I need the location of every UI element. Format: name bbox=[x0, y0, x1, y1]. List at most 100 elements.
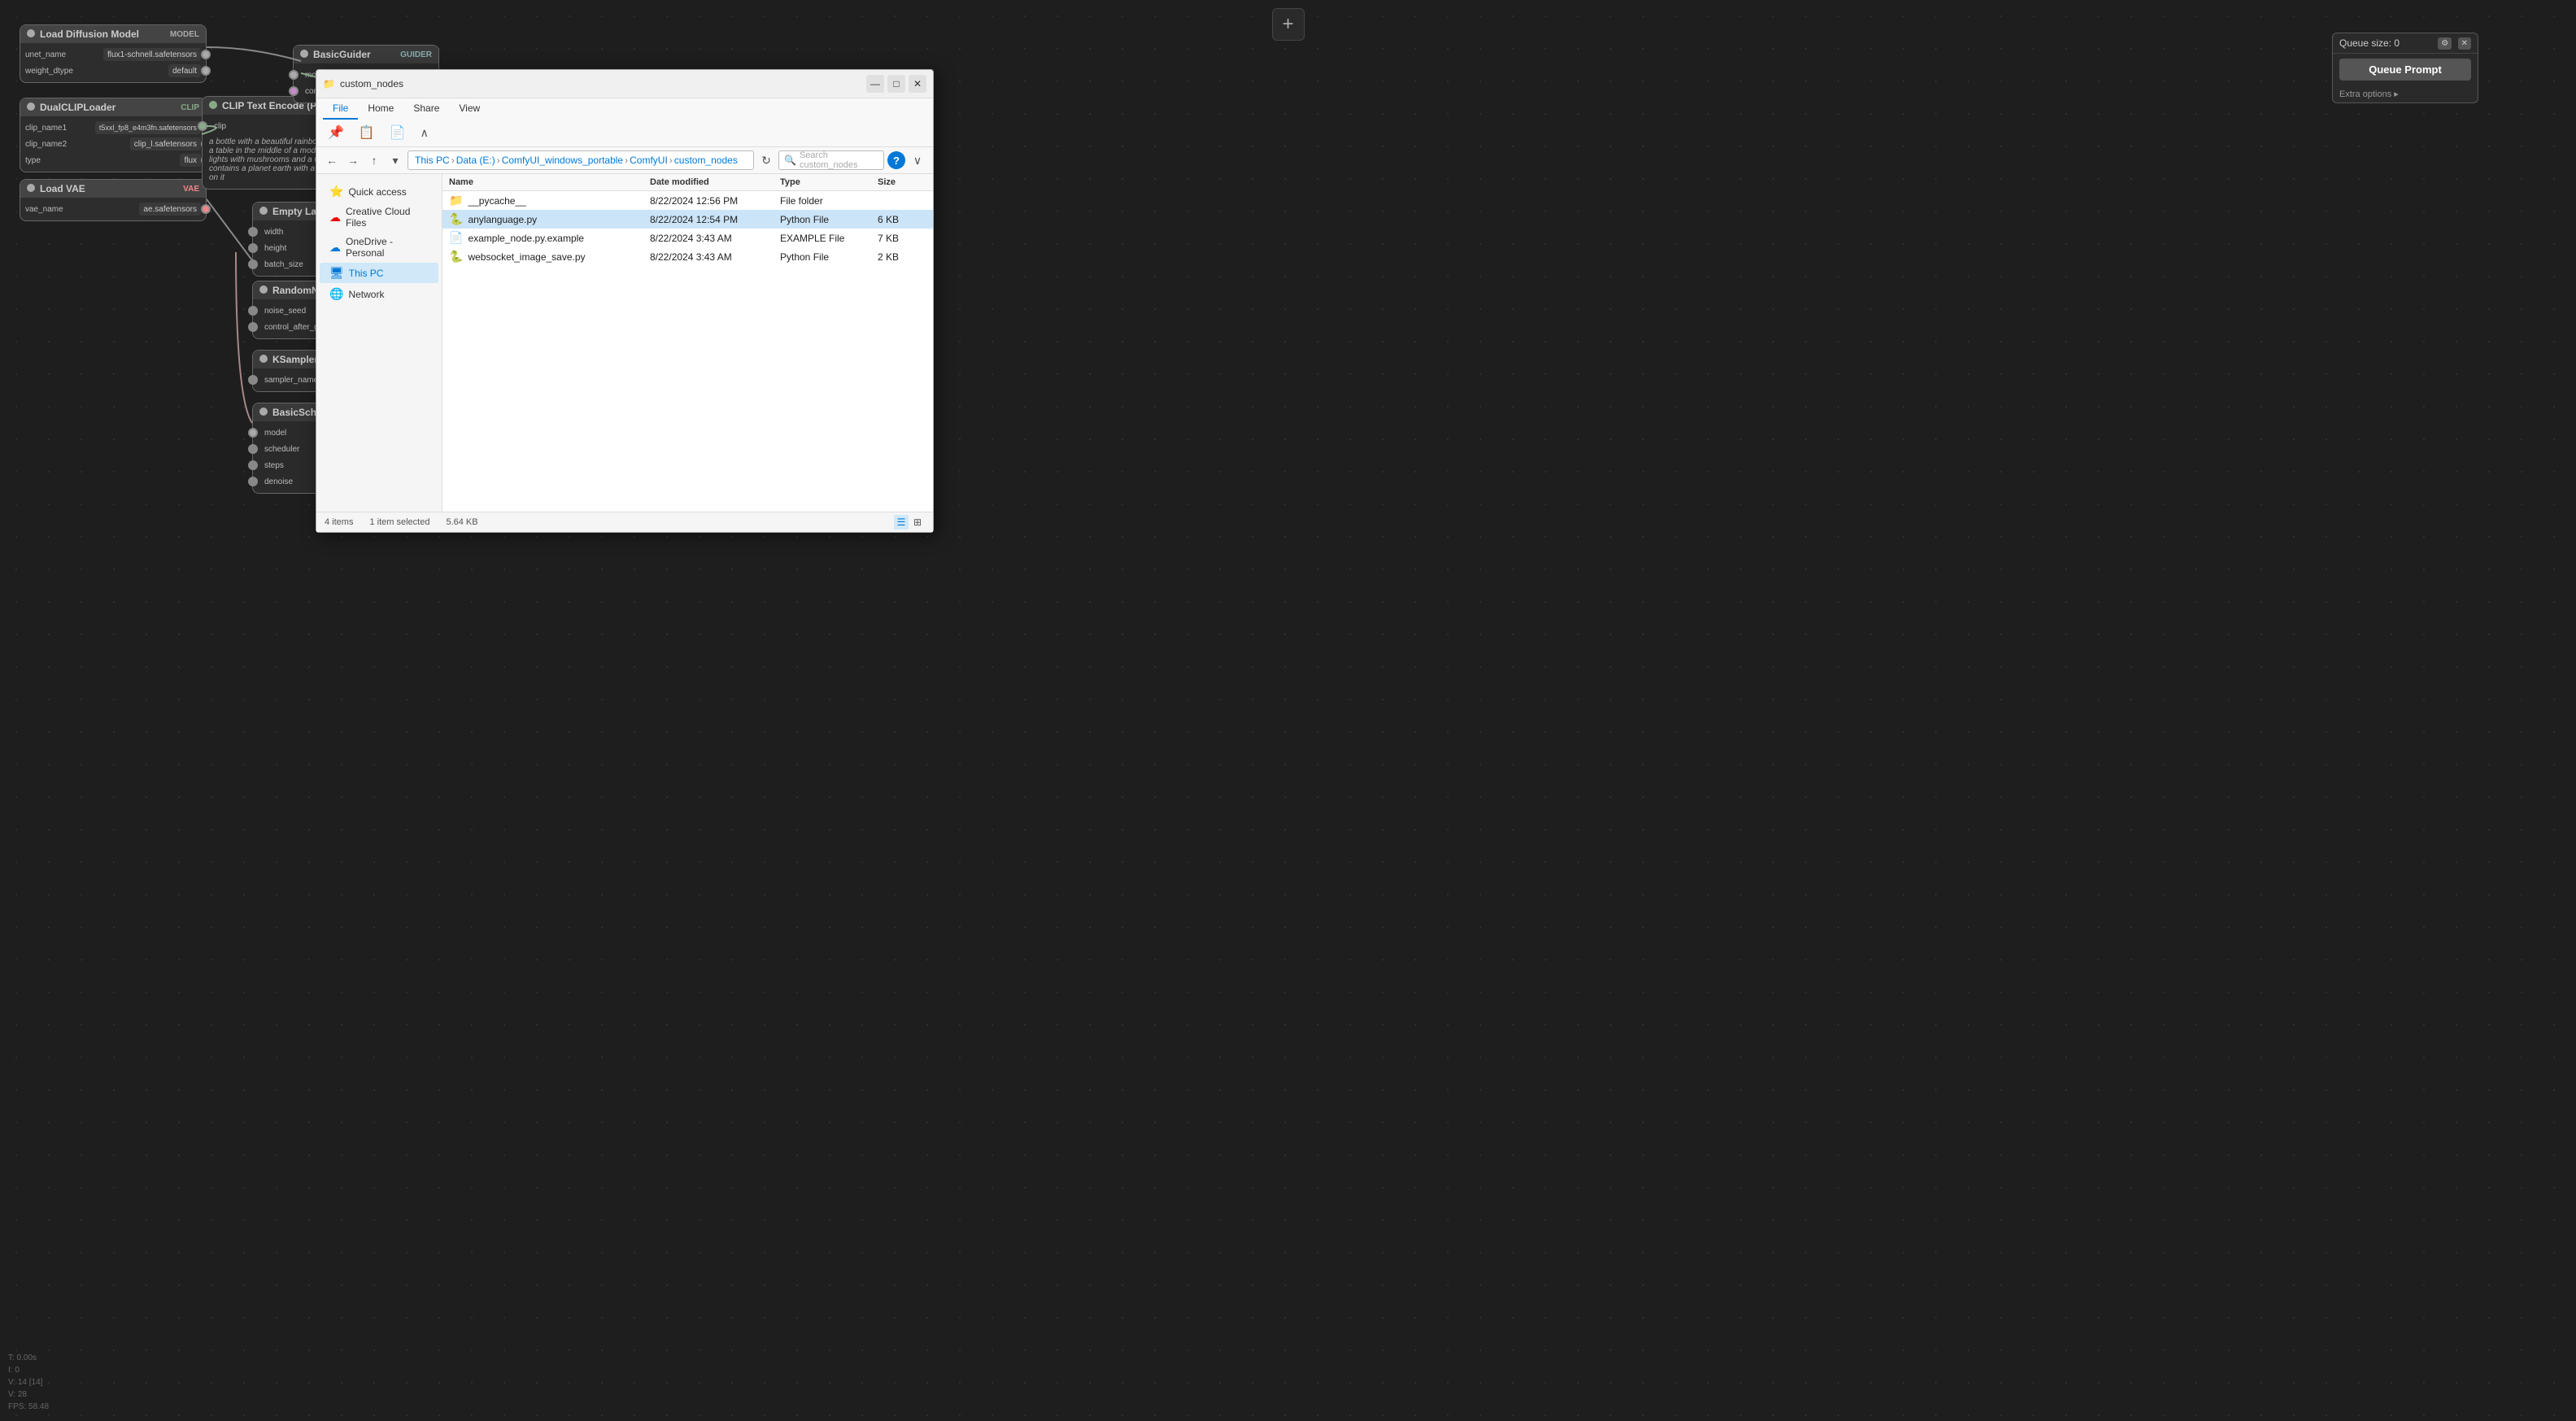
file-name-anylanguage: 🐍 anylanguage.py bbox=[449, 212, 650, 226]
ribbon: File Home Share View 📌 📋 📄 ∧ bbox=[316, 98, 933, 147]
file-size-example-node: 7 KB bbox=[878, 233, 926, 244]
network-icon: 🌐 bbox=[329, 287, 343, 301]
node-dual-clip: DualCLIPLoader CLIP clip_name1 t5xxl_fp8… bbox=[20, 98, 207, 172]
add-node-button[interactable]: + bbox=[1272, 8, 1305, 41]
node-load-vae: Load VAE VAE vae_name ae.safetensors bbox=[20, 179, 207, 221]
nav-up-button[interactable]: ↑ bbox=[365, 151, 383, 169]
tab-view[interactable]: View bbox=[449, 98, 490, 120]
queue-close-button[interactable]: ✕ bbox=[2458, 37, 2471, 50]
file-date-websocket: 8/22/2024 3:43 AM bbox=[650, 251, 780, 263]
ribbon-copy-button[interactable]: 📋 bbox=[354, 123, 380, 143]
search-box[interactable]: 🔍 Search custom_nodes bbox=[778, 150, 884, 170]
file-type-anylanguage: Python File bbox=[780, 214, 878, 225]
python-icon-anylanguage: 🐍 bbox=[449, 212, 463, 226]
stats-v: V: 14 [14] bbox=[8, 1376, 49, 1388]
file-explorer-titlebar: 📁 custom_nodes — □ ✕ bbox=[316, 70, 933, 98]
close-button[interactable]: ✕ bbox=[909, 75, 926, 93]
nav-refresh-button[interactable]: ↻ bbox=[757, 151, 775, 169]
stats-panel: T: 0.00s I: 0 V: 14 [14] V: 28 FPS: 58.4… bbox=[8, 1352, 49, 1413]
queue-prompt-button[interactable]: Queue Prompt bbox=[2339, 59, 2471, 81]
ribbon-content: 📌 📋 📄 ∧ bbox=[316, 120, 933, 146]
view-details-button[interactable]: ☰ bbox=[894, 515, 909, 530]
queue-panel: Queue size: 0 ⚙ ✕ Queue Prompt Extra opt… bbox=[2332, 33, 2478, 103]
ribbon-paste-button[interactable]: 📄 bbox=[385, 123, 411, 143]
status-size: 5.64 KB bbox=[446, 517, 477, 527]
address-expand-button[interactable]: ∨ bbox=[909, 151, 926, 169]
address-data[interactable]: Data (E:) bbox=[456, 155, 495, 166]
tab-file[interactable]: File bbox=[323, 98, 358, 120]
file-row-pycache[interactable]: 📁 __pycache__ 8/22/2024 12:56 PM File fo… bbox=[442, 191, 933, 210]
nav-forward-button[interactable]: → bbox=[344, 151, 362, 169]
file-label-pycache: __pycache__ bbox=[468, 195, 525, 207]
file-name-pycache: 📁 __pycache__ bbox=[449, 194, 650, 207]
queue-header: Queue size: 0 ⚙ ✕ bbox=[2333, 33, 2478, 54]
address-thispc[interactable]: This PC bbox=[415, 155, 450, 166]
minimize-button[interactable]: — bbox=[866, 75, 884, 93]
folder-icon-pycache: 📁 bbox=[449, 194, 463, 207]
clip-type-row: type flux bbox=[20, 152, 206, 168]
maximize-button[interactable]: □ bbox=[887, 75, 905, 93]
python-icon-websocket: 🐍 bbox=[449, 250, 463, 264]
file-date-example-node: 8/22/2024 3:43 AM bbox=[650, 233, 780, 244]
status-selected: 1 item selected bbox=[369, 517, 429, 527]
ribbon-expand-button[interactable]: ∧ bbox=[416, 124, 434, 142]
nav-recent-button[interactable]: ▾ bbox=[386, 151, 404, 169]
file-date-anylanguage: 8/22/2024 12:54 PM bbox=[650, 214, 780, 225]
col-type: Type bbox=[780, 177, 878, 187]
file-row-websocket[interactable]: 🐍 websocket_image_save.py 8/22/2024 3:43… bbox=[442, 247, 933, 266]
file-row-example-node[interactable]: 📄 example_node.py.example 8/22/2024 3:43… bbox=[442, 229, 933, 247]
clip-name1-row: clip_name1 t5xxl_fp8_e4m3fn.safetensors bbox=[20, 120, 206, 136]
titlebar-buttons: — □ ✕ bbox=[866, 75, 926, 93]
sidebar-item-creative-cloud[interactable]: ☁ Creative Cloud Files bbox=[320, 203, 438, 232]
file-list-header: Name Date modified Type Size bbox=[442, 174, 933, 191]
queue-settings-button[interactable]: ⚙ bbox=[2438, 37, 2452, 50]
sidebar-item-this-pc[interactable]: 🖥 This PC bbox=[320, 263, 438, 283]
tab-home[interactable]: Home bbox=[358, 98, 403, 120]
address-comfyui[interactable]: ComfyUI bbox=[630, 155, 668, 166]
tab-share[interactable]: Share bbox=[403, 98, 449, 120]
status-count: 4 items bbox=[325, 517, 353, 527]
node-unet-row: unet_name flux1-schnell.safetensors bbox=[20, 46, 206, 63]
file-name-example-node: 📄 example_node.py.example bbox=[449, 231, 650, 245]
file-explorer-window: 📁 custom_nodes — □ ✕ File Home Share Vie… bbox=[316, 69, 934, 533]
onedrive-icon: ☁ bbox=[329, 241, 341, 255]
address-bar: ← → ↑ ▾ This PC › Data (E:) › ComfyUI_wi… bbox=[316, 147, 933, 174]
sidebar-item-onedrive[interactable]: ☁ OneDrive - Personal bbox=[320, 233, 438, 262]
file-label-example-node: example_node.py.example bbox=[468, 233, 584, 244]
this-pc-icon: 🖥 bbox=[329, 266, 344, 280]
file-explorer-body: ⭐ Quick access ☁ Creative Cloud Files ☁ … bbox=[316, 174, 933, 512]
address-field[interactable]: This PC › Data (E:) › ComfyUI_windows_po… bbox=[408, 150, 754, 170]
queue-extra-options: Extra options ▸ bbox=[2333, 85, 2478, 102]
address-comfyui-portable[interactable]: ComfyUI_windows_portable bbox=[502, 155, 623, 166]
folder-icon: 📁 bbox=[323, 78, 335, 89]
file-row-anylanguage[interactable]: 🐍 anylanguage.py 8/22/2024 12:54 PM Pyth… bbox=[442, 210, 933, 229]
node-vae-body: vae_name ae.safetensors bbox=[20, 198, 206, 220]
view-icons-button[interactable]: ⊞ bbox=[910, 515, 925, 530]
stats-v2: V: 28 bbox=[8, 1388, 49, 1401]
stats-t: T: 0.00s bbox=[8, 1352, 49, 1364]
ribbon-pin-button[interactable]: 📌 bbox=[323, 123, 349, 143]
file-type-example-node: EXAMPLE File bbox=[780, 233, 878, 244]
node-clip-body: clip_name1 t5xxl_fp8_e4m3fn.safetensors … bbox=[20, 116, 206, 172]
creative-cloud-icon: ☁ bbox=[329, 211, 341, 224]
node-load-diffusion: Load Diffusion Model MODEL unet_name flu… bbox=[20, 24, 207, 83]
node-load-diffusion-body: unet_name flux1-schnell.safetensors weig… bbox=[20, 43, 206, 82]
nav-back-button[interactable]: ← bbox=[323, 151, 341, 169]
file-list: Name Date modified Type Size 📁 __pycache… bbox=[442, 174, 933, 512]
sidebar-item-network[interactable]: 🌐 Network bbox=[320, 284, 438, 304]
quick-access-icon: ⭐ bbox=[329, 185, 343, 198]
search-icon: 🔍 bbox=[784, 155, 796, 166]
sidebar-label-quick-access: Quick access bbox=[348, 186, 406, 198]
sidebar-item-quick-access[interactable]: ⭐ Quick access bbox=[320, 181, 438, 202]
vae-name-row: vae_name ae.safetensors bbox=[20, 201, 206, 217]
node-weight-row: weight_dtype default bbox=[20, 63, 206, 79]
sidebar-label-onedrive: OneDrive - Personal bbox=[346, 236, 429, 259]
sidebar-label-network: Network bbox=[348, 289, 384, 300]
sidebar-label-this-pc: This PC bbox=[349, 268, 384, 279]
file-type-pycache: File folder bbox=[780, 195, 878, 207]
help-button[interactable]: ? bbox=[887, 151, 905, 169]
queue-size-label: Queue size: 0 bbox=[2339, 37, 2399, 49]
file-label-anylanguage: anylanguage.py bbox=[468, 214, 537, 225]
sidebar-label-creative-cloud: Creative Cloud Files bbox=[346, 206, 429, 229]
address-custom-nodes[interactable]: custom_nodes bbox=[674, 155, 738, 166]
